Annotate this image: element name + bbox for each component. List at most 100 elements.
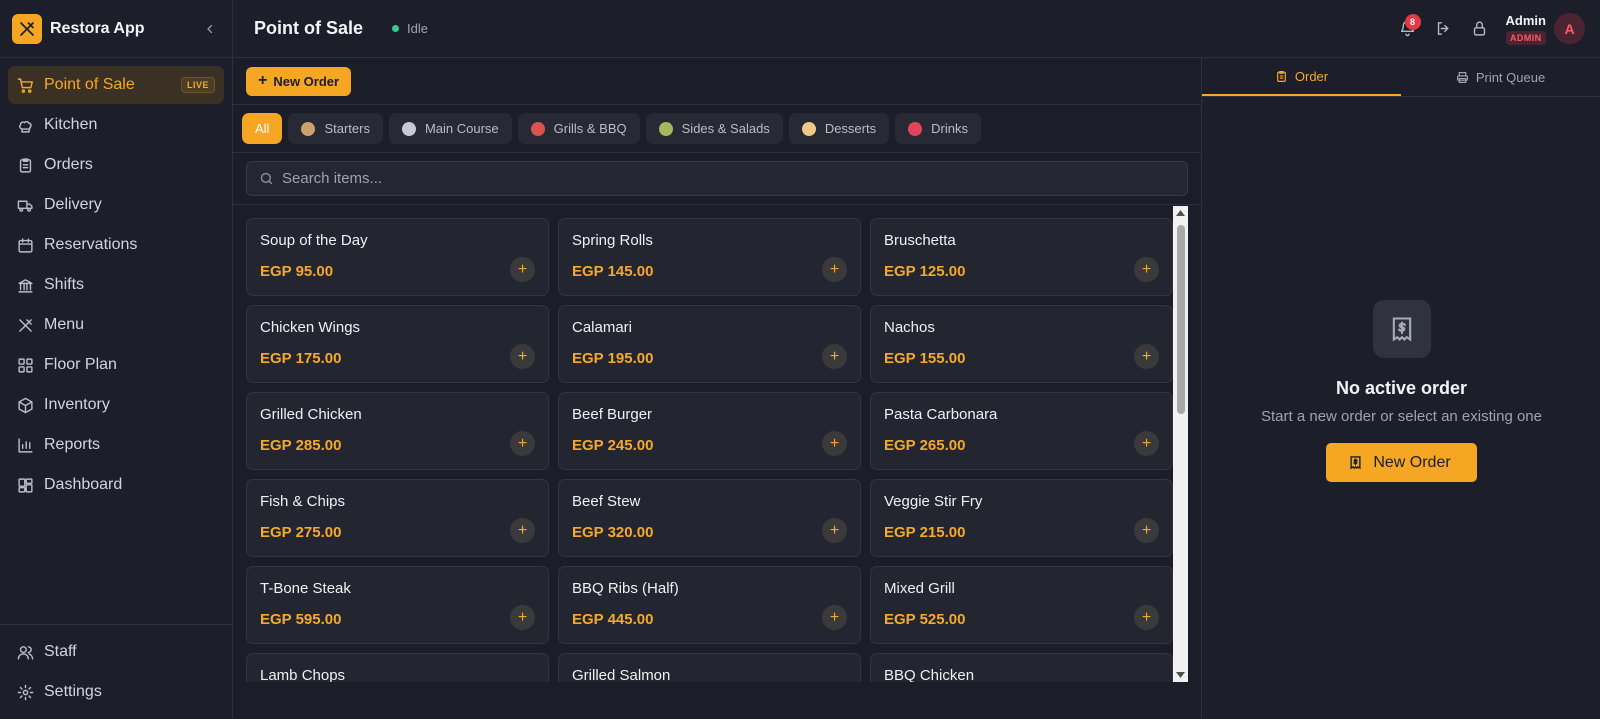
menu-item-card[interactable]: Bruschetta EGP 125.00 + — [870, 218, 1173, 296]
header-actions: 8 Admin ADMIN A — [1390, 11, 1600, 47]
add-item-button[interactable]: + — [510, 257, 535, 282]
box-icon — [17, 397, 34, 414]
items-scrollbar[interactable] — [1173, 206, 1188, 682]
menu-item-card[interactable]: Veggie Stir Fry EGP 215.00 + — [870, 479, 1173, 557]
menu-item-card[interactable]: Chicken Wings EGP 175.00 + — [246, 305, 549, 383]
user-info: Admin ADMIN — [1506, 13, 1546, 45]
sidebar-item-staff[interactable]: Staff — [8, 633, 224, 671]
avatar[interactable]: A — [1554, 13, 1585, 44]
scroll-down-arrow-icon[interactable] — [1173, 668, 1188, 682]
menu-item-name: Beef Burger — [572, 406, 653, 423]
add-item-button[interactable]: + — [822, 605, 847, 630]
category-emoji-icon — [301, 121, 316, 136]
category-emoji-icon — [908, 121, 923, 136]
menu-item-card[interactable]: Soup of the Day EGP 95.00 + — [246, 218, 549, 296]
menu-item-card[interactable]: Beef Burger EGP 245.00 + — [558, 392, 861, 470]
utensils-icon — [17, 317, 34, 334]
plus-icon: + — [1141, 347, 1152, 365]
category-label: Sides & Salads — [681, 121, 770, 136]
menu-item-price: EGP 175.00 — [260, 350, 342, 367]
menu-item-card[interactable]: Fish & Chips EGP 275.00 + — [246, 479, 549, 557]
menu-item-name: Beef Stew — [572, 493, 641, 510]
add-item-button[interactable]: + — [822, 431, 847, 456]
sidebar-item-point-of-sale[interactable]: Point of Sale LIVE — [8, 66, 224, 104]
category-drinks[interactable]: Drinks — [895, 113, 981, 144]
category-filter: All Starters Main Course Grills & BBQ Sides … — [233, 105, 1201, 153]
category-sides-salads[interactable]: Sides & Salads — [645, 113, 783, 144]
menu-item-card[interactable]: BBQ Chicken+ — [870, 653, 1173, 682]
menu-item-card[interactable]: Pasta Carbonara EGP 265.00 + — [870, 392, 1173, 470]
sidebar-item-reservations[interactable]: Reservations — [8, 226, 224, 264]
menu-item-card[interactable]: Calamari EGP 195.00 + — [558, 305, 861, 383]
lock-button[interactable] — [1462, 11, 1498, 47]
menu-item-name: Calamari — [572, 319, 633, 336]
add-item-button[interactable]: + — [1134, 605, 1159, 630]
category-grills-bbq[interactable]: Grills & BBQ — [517, 113, 640, 144]
plus-icon: + — [829, 608, 840, 626]
search-input[interactable]: Search items... — [246, 161, 1188, 196]
menu-item-name: Grilled Salmon — [572, 667, 671, 682]
notifications-button[interactable]: 8 — [1390, 11, 1426, 47]
plus-icon: + — [1141, 608, 1152, 626]
sidebar-item-kitchen[interactable]: Kitchen — [8, 106, 224, 144]
sidebar-item-floor-plan[interactable]: Floor Plan — [8, 346, 224, 384]
menu-item-name: Lamb Chops — [260, 667, 346, 682]
menu-items-area: Soup of the Day EGP 95.00 + Spring Rolls EGP… — [233, 206, 1201, 682]
menu-item-price: EGP 275.00 — [260, 524, 342, 541]
menu-item-card[interactable]: Nachos EGP 155.00 + — [870, 305, 1173, 383]
sidebar-item-label: Settings — [44, 683, 102, 700]
menu-item-card[interactable]: BBQ Ribs (Half) EGP 445.00 + — [558, 566, 861, 644]
add-item-button[interactable]: + — [1134, 344, 1159, 369]
category-starters[interactable]: Starters — [288, 113, 383, 144]
sidebar-item-label: Inventory — [44, 396, 110, 413]
logout-icon — [1437, 22, 1449, 35]
menu-item-card[interactable]: Beef Stew EGP 320.00 + — [558, 479, 861, 557]
add-item-button[interactable]: + — [510, 431, 535, 456]
menu-item-card[interactable]: Spring Rolls EGP 145.00 + — [558, 218, 861, 296]
empty-new-order-button[interactable]: New Order — [1326, 443, 1477, 482]
scroll-up-arrow-icon[interactable] — [1173, 206, 1188, 220]
add-item-button[interactable]: + — [510, 518, 535, 543]
bar-chart-icon — [17, 437, 34, 454]
calendar-icon — [17, 237, 34, 254]
add-item-button[interactable]: + — [1134, 257, 1159, 282]
category-all[interactable]: All — [242, 113, 283, 144]
tab-order[interactable]: Order — [1202, 58, 1401, 96]
plus-icon: + — [517, 347, 528, 365]
menu-item-card[interactable]: Lamb Chops+ — [246, 653, 549, 682]
sidebar-item-orders[interactable]: Orders — [8, 146, 224, 184]
sidebar-item-menu[interactable]: Menu — [8, 306, 224, 344]
new-order-button[interactable]: + New Order — [246, 66, 352, 96]
sidebar-item-delivery[interactable]: Delivery — [8, 186, 224, 224]
category-main-course[interactable]: Main Course — [388, 113, 512, 144]
receipt-small-icon — [1348, 455, 1363, 470]
sidebar-item-reports[interactable]: Reports — [8, 426, 224, 464]
sidebar-item-inventory[interactable]: Inventory — [8, 386, 224, 424]
plus-icon: + — [1141, 260, 1152, 278]
menu-item-card[interactable]: Grilled Chicken EGP 285.00 + — [246, 392, 549, 470]
collapse-sidebar-icon[interactable] — [200, 19, 220, 39]
scroll-thumb[interactable] — [1177, 225, 1185, 414]
sidebar-item-label: Point of Sale — [44, 76, 135, 93]
sidebar-item-label: Kitchen — [44, 116, 98, 133]
category-desserts[interactable]: Desserts — [788, 113, 890, 144]
tab-print-queue[interactable]: Print Queue — [1401, 58, 1600, 96]
add-item-button[interactable]: + — [1134, 431, 1159, 456]
plus-icon: + — [517, 260, 528, 278]
add-item-button[interactable]: + — [822, 344, 847, 369]
menu-item-card[interactable]: T-Bone Steak EGP 595.00 + — [246, 566, 549, 644]
menu-item-card[interactable]: Mixed Grill EGP 525.00 + — [870, 566, 1173, 644]
logout-button[interactable] — [1426, 11, 1462, 47]
add-item-button[interactable]: + — [822, 257, 847, 282]
sidebar-item-shifts[interactable]: Shifts — [8, 266, 224, 304]
menu-item-price: EGP 525.00 — [884, 611, 966, 628]
menu-item-name: Mixed Grill — [884, 580, 955, 597]
sidebar-item-dashboard[interactable]: Dashboard — [8, 466, 224, 504]
add-item-button[interactable]: + — [510, 605, 535, 630]
brand-header: Restora App — [0, 0, 232, 58]
menu-item-card[interactable]: Grilled Salmon+ — [558, 653, 861, 682]
add-item-button[interactable]: + — [510, 344, 535, 369]
sidebar-item-settings[interactable]: Settings — [8, 673, 224, 711]
add-item-button[interactable]: + — [822, 518, 847, 543]
add-item-button[interactable]: + — [1134, 518, 1159, 543]
